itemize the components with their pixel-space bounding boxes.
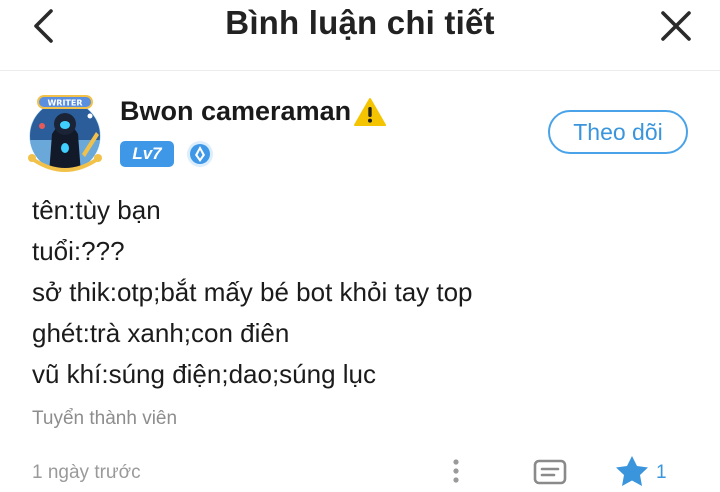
avatar[interactable]: WRITER	[24, 94, 110, 175]
like-button[interactable]	[612, 454, 652, 486]
comment-footer: 1 ngày trước 1	[0, 452, 720, 492]
more-options-button[interactable]	[444, 456, 468, 486]
comment-body: tên:tùy bạn tuổi:??? sở thik:otp;bắt mấy…	[32, 190, 692, 395]
close-icon	[661, 11, 691, 41]
level-badge: Lv7	[120, 141, 174, 167]
top-bar: Bình luận chi tiết	[0, 0, 720, 71]
comment-line: vũ khí:súng điện;dao;súng lục	[32, 359, 377, 389]
reply-button[interactable]	[532, 456, 568, 486]
comment-line: tuổi:???	[32, 236, 125, 266]
blue-medal-icon	[187, 141, 213, 167]
page-title: Bình luận chi tiết	[225, 4, 495, 41]
close-button[interactable]	[654, 6, 698, 46]
author-name-group: Bwon cameraman	[120, 96, 387, 127]
author-name[interactable]: Bwon cameraman	[120, 96, 351, 127]
comment-icon	[533, 459, 567, 485]
like-icon	[616, 456, 648, 486]
author-badges: Lv7	[120, 140, 214, 168]
like-count: 1	[656, 462, 667, 483]
post-time: 1 ngày trước	[32, 462, 141, 483]
comment-line: ghét:trà xanh;con điên	[32, 318, 290, 348]
follow-button[interactable]: Theo dõi	[548, 110, 688, 154]
comment-author: WRITER Bwon cameraman Lv7 Theo dõi	[24, 94, 696, 175]
topic-tag[interactable]: Tuyển thành viên	[32, 408, 177, 430]
comment-line: sở thik:otp;bắt mấy bé bot khỏi tay top	[32, 277, 473, 307]
avatar-frame-label: WRITER	[47, 99, 82, 108]
avatar-image: WRITER	[26, 95, 104, 175]
more-vertical-icon	[453, 459, 459, 483]
comment-line: tên:tùy bạn	[32, 195, 161, 225]
warning-icon	[354, 97, 387, 126]
